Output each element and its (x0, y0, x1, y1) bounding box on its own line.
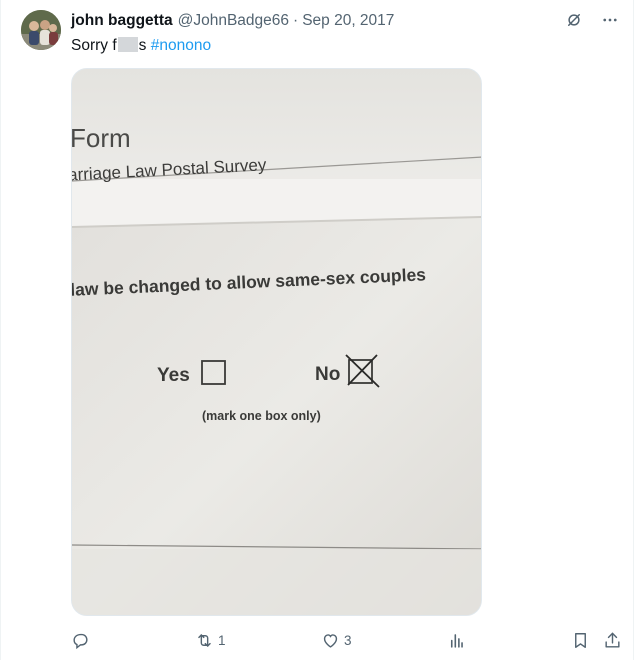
grok-icon[interactable] (563, 9, 585, 31)
display-name[interactable]: john baggetta (71, 11, 173, 31)
form-title-text: Form (72, 123, 131, 153)
instruction-text: (mark one box only) (202, 409, 321, 423)
like-icon (323, 633, 338, 648)
tweet-date[interactable]: Sep 20, 2017 (302, 11, 394, 31)
reply-button[interactable] (71, 628, 90, 652)
avatar[interactable] (21, 10, 61, 50)
bookmark-button[interactable] (571, 628, 590, 652)
like-button[interactable]: 3 (321, 628, 352, 652)
separator-dot: · (293, 12, 299, 29)
yes-label: Yes (157, 365, 190, 386)
tweet-photo[interactable]: Form arriage Law Postal Survey law be ch… (71, 68, 482, 616)
tweet-actions: 1 3 (71, 628, 627, 652)
bookmark-icon (575, 632, 586, 648)
like-count: 3 (344, 632, 352, 648)
share-icon (605, 632, 620, 648)
no-label: No (315, 364, 340, 385)
share-button[interactable] (603, 628, 622, 652)
tweet-card[interactable]: john baggetta @JohnBadge66 · Sep 20, 201… (0, 0, 634, 660)
views-button[interactable] (447, 628, 466, 652)
tweet-text-start: Sorry f (71, 37, 117, 54)
tweet-header: john baggetta @JohnBadge66 · Sep 20, 201… (71, 11, 394, 33)
reply-icon (73, 633, 88, 649)
views-icon (450, 633, 463, 648)
user-handle[interactable]: @JohnBadge66 (178, 11, 289, 31)
more-icon[interactable] (599, 9, 621, 31)
hashtag-link[interactable]: #nonono (151, 37, 211, 54)
tweet-text-end: s (138, 37, 147, 54)
tweet-text: Sorry f s #nonono (71, 36, 211, 56)
retweet-count: 1 (218, 632, 226, 648)
retweet-icon (198, 633, 211, 647)
retweet-button[interactable]: 1 (195, 628, 226, 652)
redaction-block (117, 37, 138, 52)
tweet-top-actions (563, 9, 621, 31)
